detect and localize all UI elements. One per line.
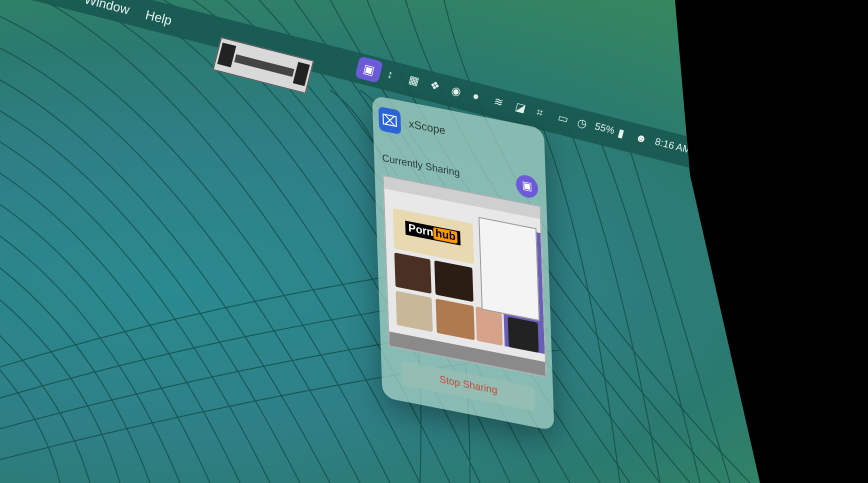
preview-tile bbox=[394, 252, 432, 294]
app-name: xScope bbox=[408, 118, 446, 138]
shared-screen-preview[interactable]: Porn hub bbox=[382, 175, 547, 378]
preview-tile bbox=[434, 260, 474, 302]
preview-tile bbox=[507, 316, 539, 353]
preview-tile bbox=[395, 290, 433, 333]
sharing-label: Currently Sharing bbox=[381, 152, 461, 180]
preview-tile bbox=[435, 298, 475, 341]
screen-share-button[interactable]: ▣ bbox=[515, 173, 539, 200]
xscope-sharing-panel: ⌧ xScope Currently Sharing ▣ Porn hub St… bbox=[372, 95, 555, 431]
preview-window bbox=[478, 216, 540, 321]
xscope-icon: ⌧ bbox=[378, 106, 402, 135]
desktop-stage: ossnair Window Help ▣ ↕ ▦ ❖ ◉ ● ≋ ◪ ⌗ ▭ … bbox=[0, 0, 868, 483]
desktop-screen: ossnair Window Help ▣ ↕ ▦ ❖ ◉ ● ≋ ◪ ⌗ ▭ … bbox=[0, 0, 760, 483]
